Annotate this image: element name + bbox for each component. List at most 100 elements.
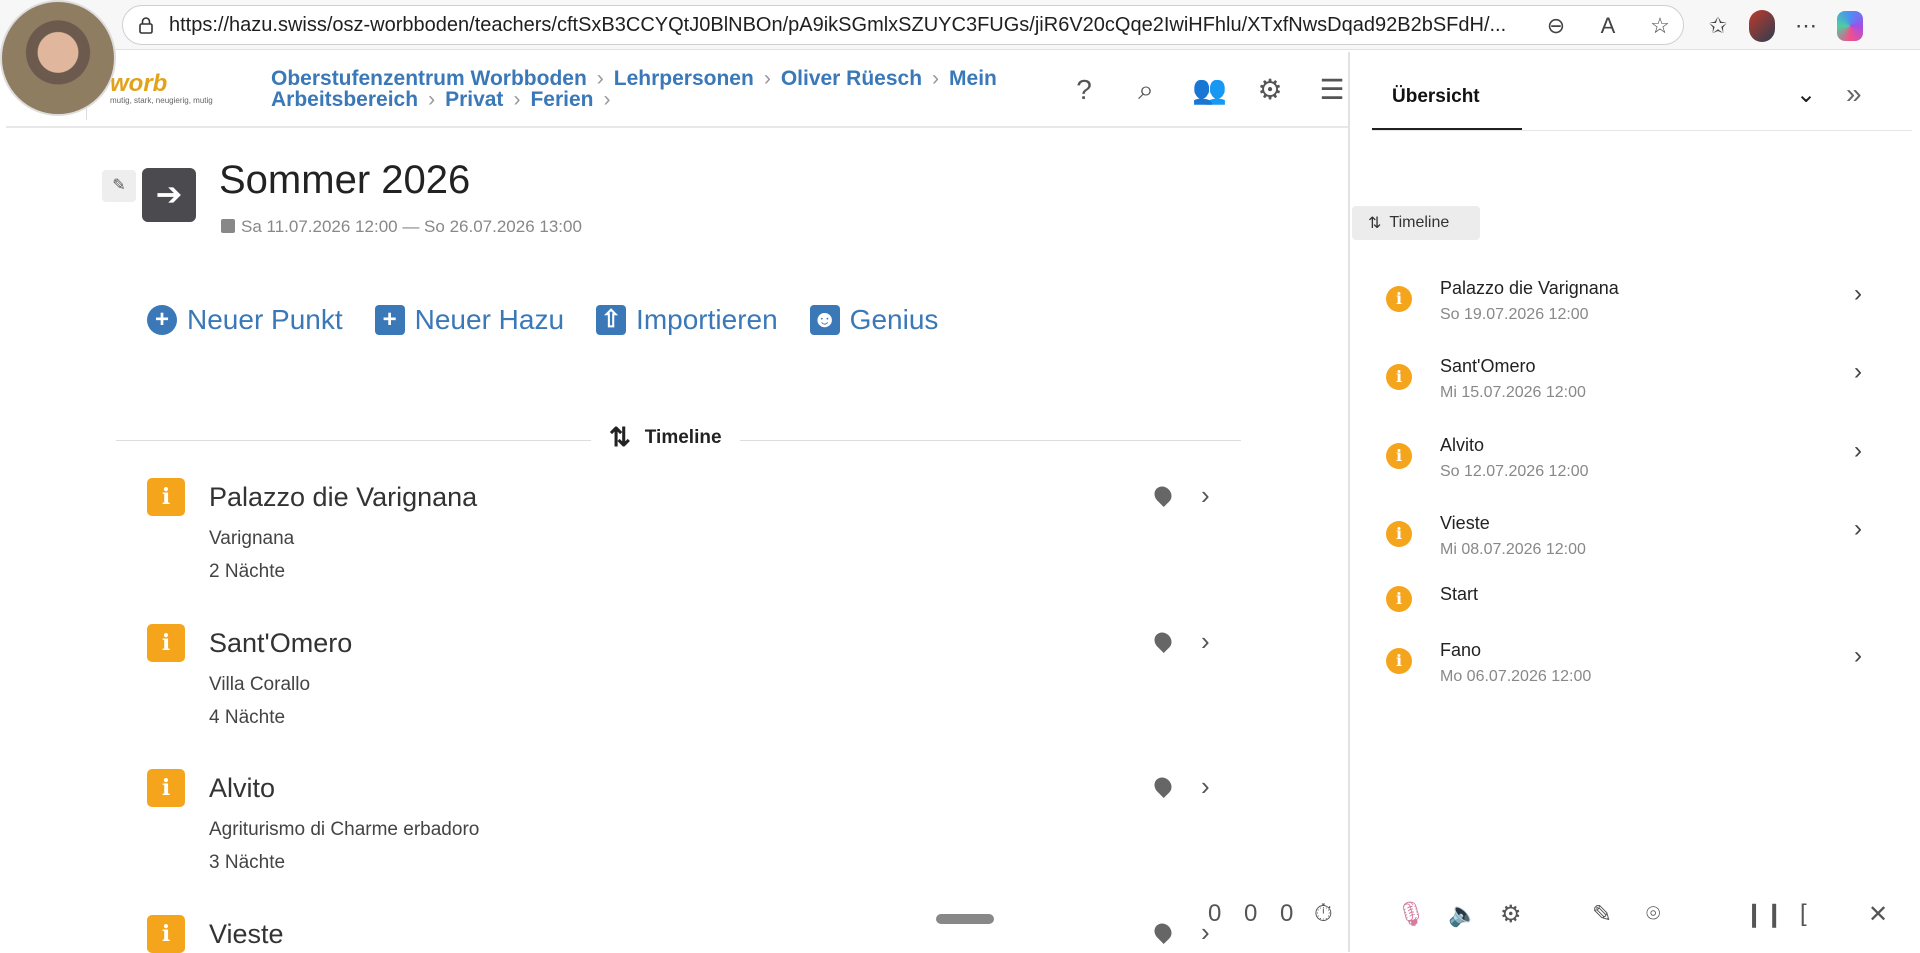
help-icon[interactable]: ? bbox=[1068, 74, 1100, 106]
page-title: Sommer 2026 bbox=[219, 158, 471, 202]
chevron-right-icon: › bbox=[428, 88, 436, 111]
favorite-star-icon[interactable]: ☆ bbox=[1647, 13, 1673, 39]
info-icon: i bbox=[147, 769, 185, 807]
calendar-icon bbox=[221, 219, 235, 233]
chevron-down-icon[interactable]: ⌄ bbox=[1796, 80, 1816, 109]
map-pin-icon[interactable] bbox=[1150, 773, 1176, 799]
users-icon[interactable]: 👥 bbox=[1192, 74, 1227, 106]
chevron-right-icon[interactable]: › bbox=[1201, 771, 1210, 802]
speaker-icon[interactable]: 🔈 bbox=[1448, 900, 1478, 929]
gear-icon[interactable]: ⚙ bbox=[1500, 900, 1522, 929]
sort-icon: ⇅ bbox=[609, 422, 631, 452]
timer-icon[interactable]: ⏱ bbox=[1314, 900, 1333, 928]
close-icon[interactable]: ✕ bbox=[1868, 900, 1888, 929]
chevron-right-icon: › bbox=[932, 67, 940, 90]
profile-avatar[interactable] bbox=[1749, 10, 1775, 42]
map-pin-icon[interactable] bbox=[1150, 482, 1176, 508]
panel-item-name: Sant'Omero bbox=[1440, 356, 1536, 376]
info-icon: i bbox=[1386, 443, 1412, 469]
overview-panel: Übersicht ⌄ » ⇅ Timeline i Palazzo die V… bbox=[1348, 52, 1920, 952]
map-pin-icon[interactable] bbox=[1150, 919, 1176, 945]
microphone-icon[interactable]: 🎙 bbox=[1396, 900, 1426, 929]
chevron-right-icon: › bbox=[513, 88, 521, 111]
arrow-right-button[interactable]: ➔ bbox=[142, 168, 196, 222]
item-nights: 2 Nächte bbox=[209, 561, 286, 582]
tab-divider bbox=[1372, 130, 1912, 131]
favorites-icon[interactable]: ✩ bbox=[1705, 13, 1731, 39]
info-icon: i bbox=[1386, 286, 1412, 312]
logo-word: worb bbox=[110, 70, 168, 97]
plus-square-icon: + bbox=[374, 305, 405, 335]
breadcrumb-item[interactable]: Lehrpersonen bbox=[614, 67, 754, 90]
site-info-icon[interactable] bbox=[137, 16, 155, 34]
panel-item-date: So 12.07.2026 12:00 bbox=[1440, 463, 1589, 480]
genius-button[interactable]: ☻ Genius bbox=[809, 304, 939, 336]
timeline-sort[interactable]: ⇅ Timeline bbox=[591, 422, 740, 453]
chevron-right-icon[interactable]: › bbox=[1854, 280, 1862, 308]
breadcrumb-item[interactable]: Oberstufenzentrum Worbboden bbox=[271, 67, 587, 90]
timeline-label: Timeline bbox=[644, 426, 722, 448]
browser-toolbar: https://hazu.swiss/osz-worbboden/teacher… bbox=[0, 0, 1920, 50]
stop-icon[interactable]: [ bbox=[1800, 900, 1807, 928]
date-range-text: Sa 11.07.2026 12:00 — So 26.07.2026 13:0… bbox=[241, 217, 582, 236]
read-aloud-icon[interactable]: A bbox=[1595, 13, 1621, 39]
panel-item-date: Mi 08.07.2026 12:00 bbox=[1440, 541, 1586, 558]
chevron-right-icon[interactable]: › bbox=[1854, 437, 1862, 465]
panel-item-date: Mo 06.07.2026 12:00 bbox=[1440, 668, 1592, 685]
chevron-right-icon[interactable]: › bbox=[1201, 480, 1210, 511]
item-name: Vieste bbox=[209, 919, 284, 949]
panel-item-date: Mi 15.07.2026 12:00 bbox=[1440, 384, 1586, 401]
breadcrumb-item[interactable]: Ferien bbox=[530, 88, 593, 111]
chevron-right-icon[interactable]: › bbox=[1854, 515, 1862, 543]
app-header: worb mutig, stark, neugierig, mutig Ober… bbox=[6, 52, 1348, 128]
genius-label: Genius bbox=[849, 304, 939, 335]
address-bar[interactable]: https://hazu.swiss/osz-worbboden/teacher… bbox=[122, 5, 1684, 45]
more-menu-icon[interactable]: ⋯ bbox=[1793, 13, 1819, 39]
breadcrumb: Oberstufenzentrum Worbboden › Lehrpersonen… bbox=[271, 68, 1021, 110]
pencil-icon[interactable]: ✎ bbox=[1592, 900, 1612, 929]
sort-icon: ⇅ bbox=[1368, 215, 1382, 232]
chevron-right-icon: › bbox=[763, 67, 771, 90]
date-range: Sa 11.07.2026 12:00 — So 26.07.2026 13:0… bbox=[221, 217, 582, 237]
item-subtitle: Villa Corallo bbox=[209, 674, 311, 695]
copilot-icon[interactable] bbox=[1837, 11, 1863, 41]
panel-timeline-label: Timeline bbox=[1389, 214, 1450, 231]
list-icon[interactable]: ☰ bbox=[1316, 74, 1348, 106]
info-icon: i bbox=[147, 478, 185, 516]
logo[interactable]: worb mutig, stark, neugierig, mutig bbox=[110, 70, 213, 105]
main-content: ✎ ➔ Sommer 2026 Sa 11.07.2026 12:00 — So… bbox=[6, 130, 1348, 953]
chevron-right-icon[interactable]: › bbox=[1854, 642, 1862, 670]
url-text[interactable]: https://hazu.swiss/osz-worbboden/teacher… bbox=[169, 14, 1529, 37]
info-icon: i bbox=[147, 624, 185, 662]
breadcrumb-item[interactable]: Privat bbox=[445, 88, 503, 111]
new-point-button[interactable]: + Neuer Punkt bbox=[147, 304, 343, 336]
logo-tagline: mutig, stark, neugierig, mutig bbox=[110, 96, 213, 105]
panel-timeline-sort[interactable]: ⇅ Timeline bbox=[1352, 206, 1480, 240]
chevron-right-icon: › bbox=[603, 88, 611, 111]
zoom-out-icon[interactable]: ⊖ bbox=[1543, 13, 1569, 39]
breadcrumb-item[interactable]: Oliver Rüesch bbox=[781, 67, 922, 90]
edit-brush-button[interactable]: ✎ bbox=[102, 170, 136, 202]
search-icon[interactable]: ⌕ bbox=[1130, 74, 1162, 106]
robot-icon: ☻ bbox=[809, 305, 840, 335]
pause-icon[interactable]: ❙❙ bbox=[1744, 900, 1784, 929]
panel-item-name: Vieste bbox=[1440, 513, 1490, 533]
gear-icon[interactable]: ⚙ bbox=[1254, 74, 1286, 106]
map-pin-icon[interactable] bbox=[1150, 628, 1176, 654]
new-hazu-button[interactable]: + Neuer Hazu bbox=[374, 304, 565, 336]
chevron-right-icon: › bbox=[596, 67, 604, 90]
collapse-panel-icon[interactable]: » bbox=[1846, 78, 1862, 110]
import-button[interactable]: ⇧ Importieren bbox=[596, 304, 778, 336]
scroll-handle[interactable] bbox=[936, 914, 994, 924]
chevron-right-icon[interactable]: › bbox=[1854, 358, 1862, 386]
new-hazu-label: Neuer Hazu bbox=[414, 304, 565, 335]
camera-icon[interactable]: ⌾ bbox=[1646, 900, 1660, 928]
info-icon: i bbox=[147, 915, 185, 953]
info-icon: i bbox=[1386, 364, 1412, 390]
item-nights: 3 Nächte bbox=[209, 852, 286, 873]
webcam-overlay bbox=[0, 0, 116, 116]
item-subtitle: Agriturismo di Charme erbadoro bbox=[209, 819, 480, 840]
info-icon: i bbox=[1386, 586, 1412, 612]
chevron-right-icon[interactable]: › bbox=[1201, 626, 1210, 657]
tab-overview[interactable]: Übersicht bbox=[1392, 86, 1480, 108]
